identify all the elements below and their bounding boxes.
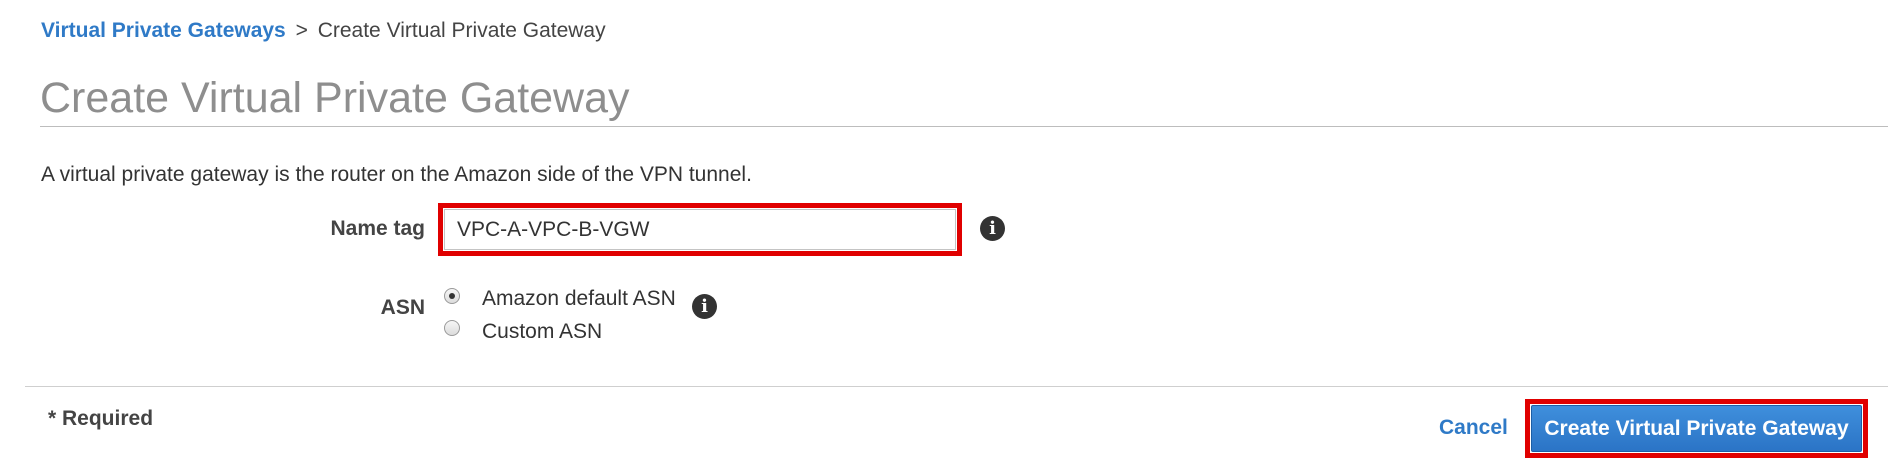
name-tag-info-icon[interactable]: i xyxy=(980,216,1005,241)
asn-amazon-default-radio[interactable] xyxy=(444,288,460,304)
name-tag-label: Name tag xyxy=(330,217,425,240)
create-virtual-private-gateway-button[interactable]: Create Virtual Private Gateway xyxy=(1531,405,1862,452)
asn-label: ASN xyxy=(380,296,425,319)
breadcrumb-separator: > xyxy=(295,19,308,42)
cancel-button[interactable]: Cancel xyxy=(1439,416,1508,440)
asn-custom-radio[interactable] xyxy=(444,320,460,336)
breadcrumb-link-virtual-private-gateways[interactable]: Virtual Private Gateways xyxy=(41,19,286,42)
breadcrumb-current: Create Virtual Private Gateway xyxy=(317,19,606,42)
asn-amazon-default-label[interactable]: Amazon default ASN xyxy=(482,287,676,311)
required-note: * Required xyxy=(48,407,154,430)
asn-info-icon[interactable]: i xyxy=(692,294,717,319)
name-tag-input[interactable] xyxy=(444,209,956,250)
asn-custom-label[interactable]: Custom ASN xyxy=(482,320,602,344)
page-title: Create Virtual Private Gateway xyxy=(40,74,630,122)
title-divider xyxy=(40,126,1888,127)
breadcrumb: Virtual Private Gateways > Create Virtua… xyxy=(41,19,606,43)
page-description: A virtual private gateway is the router … xyxy=(41,163,752,186)
footer-divider xyxy=(25,386,1888,387)
